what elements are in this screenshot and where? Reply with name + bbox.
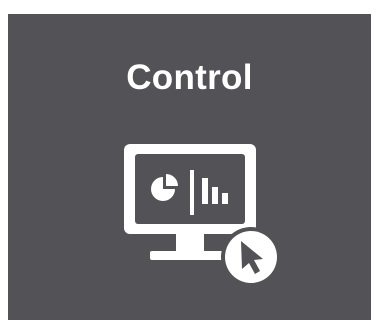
control-icon	[120, 140, 290, 285]
screen-divider	[190, 170, 194, 215]
control-tile[interactable]: Control	[8, 14, 371, 320]
cursor-icon	[225, 231, 277, 283]
tile-title: Control	[126, 58, 253, 97]
